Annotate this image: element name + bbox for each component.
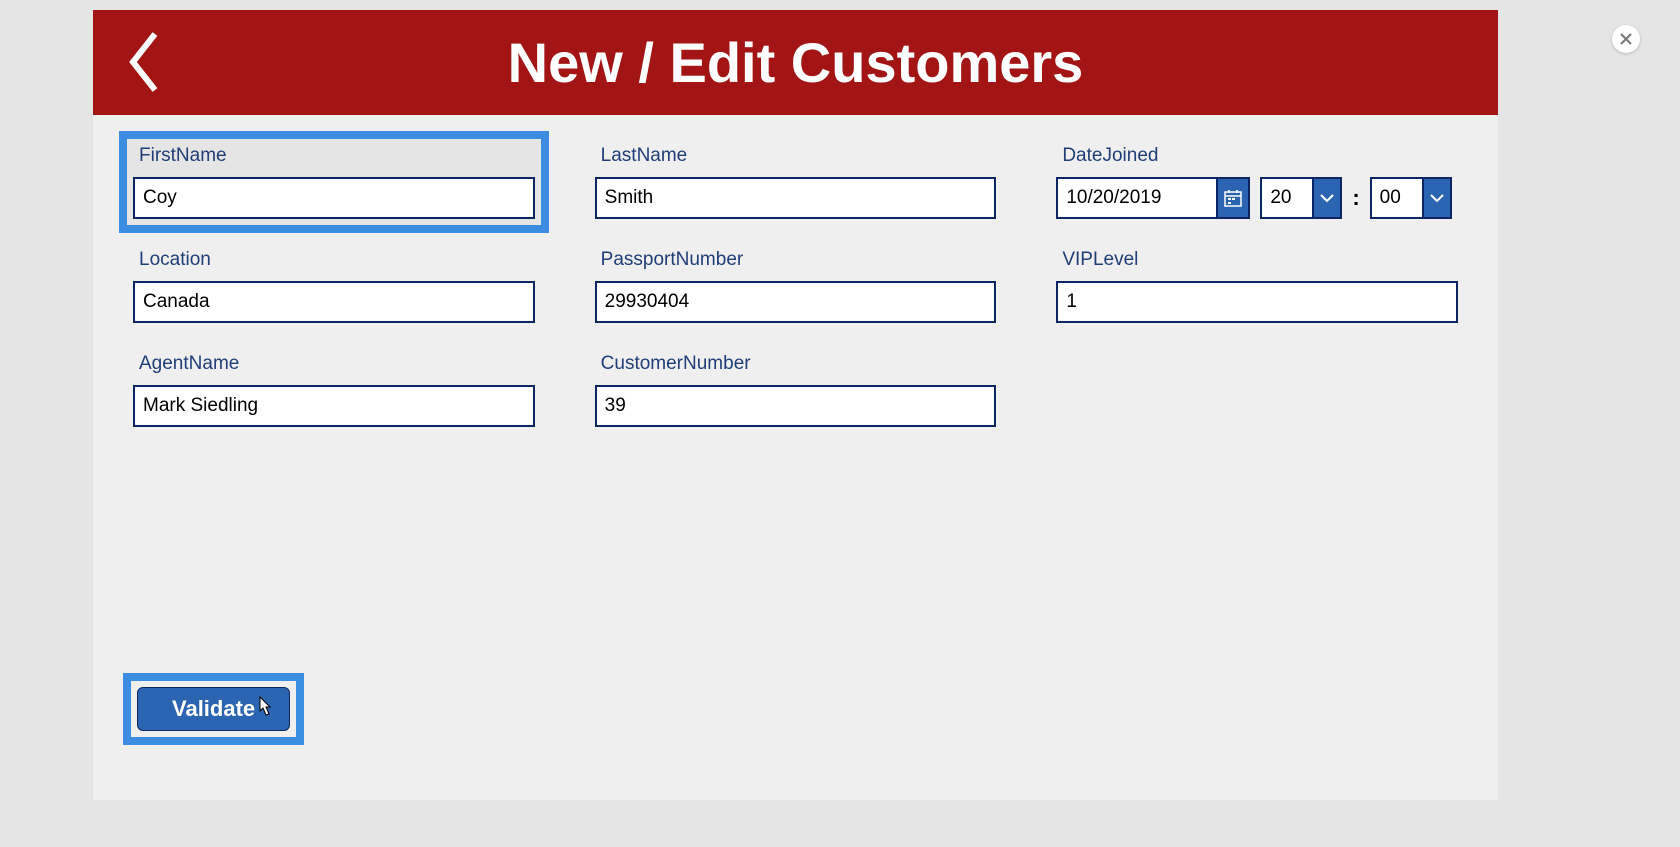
page-title: New / Edit Customers [93, 30, 1498, 95]
minute-input[interactable] [1370, 177, 1422, 219]
passport-number-input[interactable] [595, 281, 997, 323]
field-customer-number: CustomerNumber [595, 353, 997, 427]
validate-button[interactable]: Validate [137, 687, 290, 731]
hour-dropdown-button[interactable] [1312, 177, 1342, 219]
close-icon [1620, 33, 1632, 45]
location-input[interactable] [133, 281, 535, 323]
close-button[interactable] [1612, 25, 1640, 53]
edit-customer-panel: New / Edit Customers FirstName LastName … [93, 10, 1498, 800]
hour-input[interactable] [1260, 177, 1312, 219]
field-date-joined: DateJoined : [1056, 145, 1458, 219]
validate-label: Validate [172, 696, 255, 721]
field-agent-name: AgentName [133, 353, 535, 427]
button-area: Validate [123, 673, 304, 745]
minute-select [1370, 177, 1452, 219]
date-picker [1056, 177, 1250, 219]
date-joined-label: DateJoined [1056, 145, 1458, 167]
vip-level-label: VIPLevel [1056, 249, 1458, 271]
location-label: Location [133, 249, 535, 271]
first-name-input[interactable] [133, 177, 535, 219]
form-area: FirstName LastName DateJoined [93, 115, 1498, 457]
field-first-name: FirstName [119, 131, 549, 233]
minute-dropdown-button[interactable] [1422, 177, 1452, 219]
field-vip-level: VIPLevel [1056, 249, 1458, 323]
date-joined-group: : [1056, 177, 1458, 219]
field-passport-number: PassportNumber [595, 249, 997, 323]
date-joined-input[interactable] [1056, 177, 1216, 219]
hour-select [1260, 177, 1342, 219]
passport-number-label: PassportNumber [595, 249, 997, 271]
field-last-name: LastName [595, 145, 997, 219]
chevron-left-icon [123, 28, 163, 96]
panel-header: New / Edit Customers [93, 10, 1498, 115]
first-name-label: FirstName [133, 145, 535, 167]
field-location: Location [133, 249, 535, 323]
chevron-down-icon [1319, 193, 1335, 203]
agent-name-input[interactable] [133, 385, 535, 427]
vip-level-input[interactable] [1056, 281, 1458, 323]
last-name-label: LastName [595, 145, 997, 167]
validate-highlight: Validate [123, 673, 304, 745]
customer-number-input[interactable] [595, 385, 997, 427]
agent-name-label: AgentName [133, 353, 535, 375]
calendar-icon [1224, 189, 1242, 207]
chevron-down-icon [1429, 193, 1445, 203]
time-separator: : [1352, 185, 1359, 211]
last-name-input[interactable] [595, 177, 997, 219]
cursor-icon [255, 696, 273, 718]
back-button[interactable] [123, 28, 163, 96]
customer-number-label: CustomerNumber [595, 353, 997, 375]
date-picker-button[interactable] [1216, 177, 1250, 219]
